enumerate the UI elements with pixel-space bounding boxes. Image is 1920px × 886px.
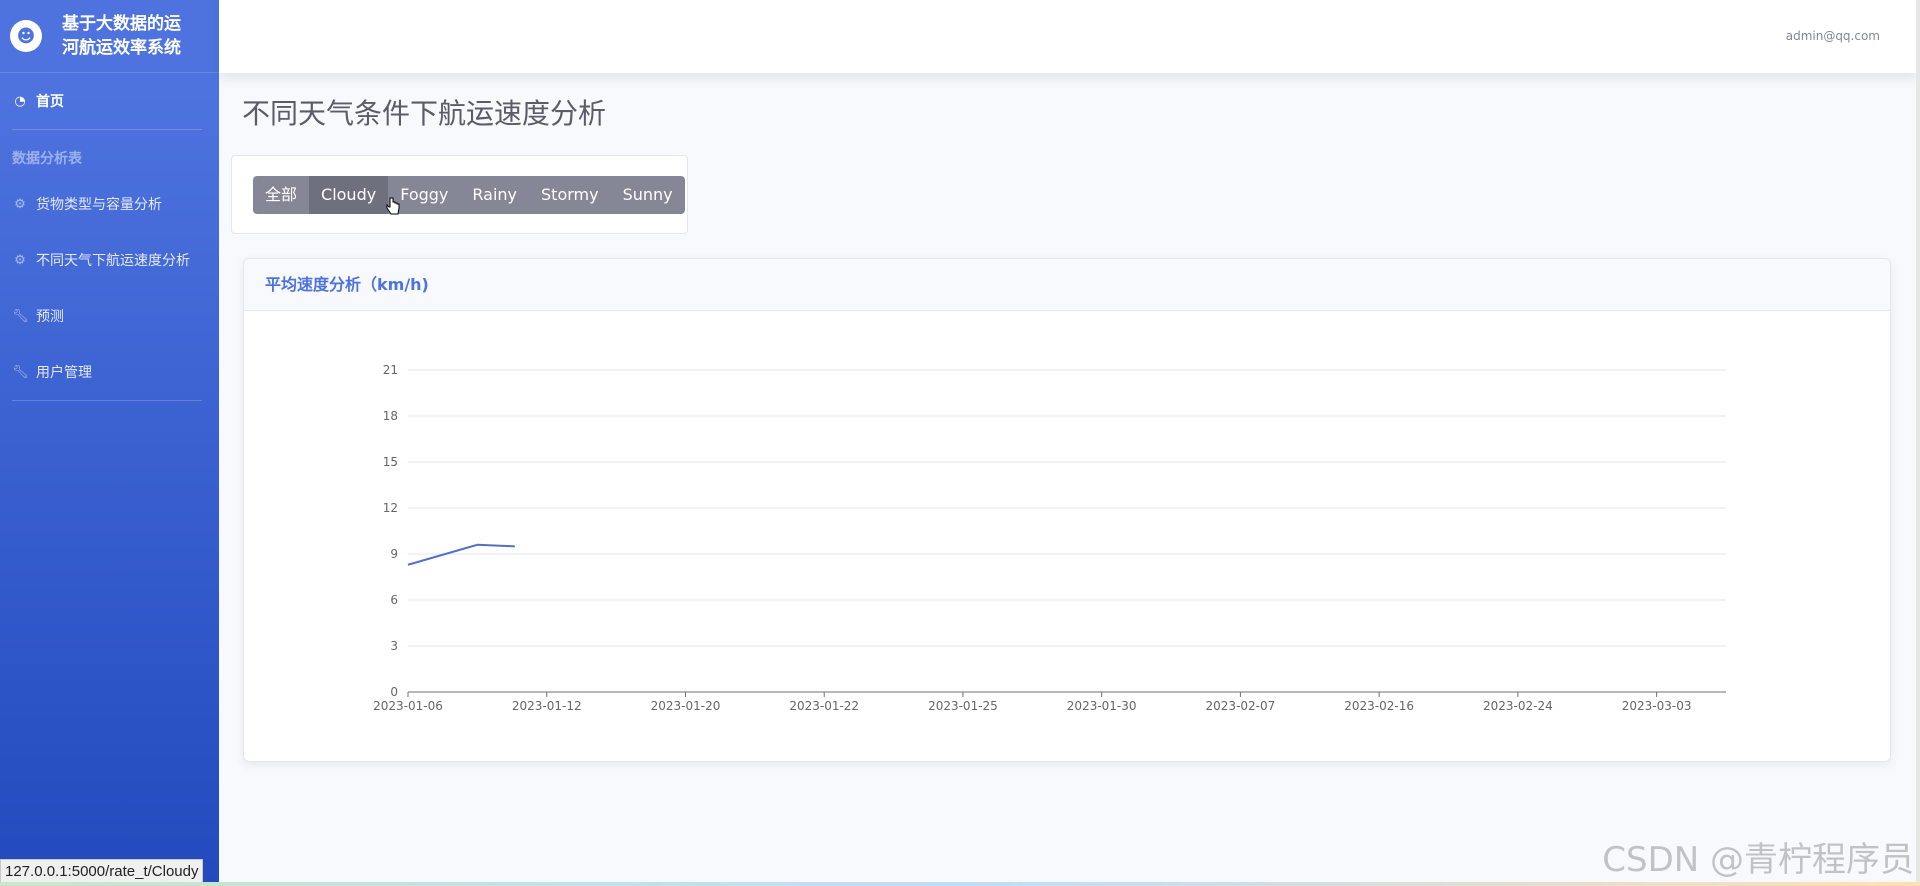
filter-button-stormy[interactable]: Stormy — [529, 176, 611, 214]
sidebar-item-home[interactable]: ◔ 首页 — [0, 73, 219, 129]
x-tick-label: 2023-03-03 — [1622, 699, 1692, 713]
page-title: 不同天气条件下航运速度分析 — [242, 97, 607, 130]
sidebar-item-user-management[interactable]: 🔧︎ 用户管理 — [0, 344, 219, 400]
x-tick-label: 2023-01-30 — [1067, 699, 1137, 713]
laugh-wink-icon: ☻ — [10, 20, 42, 52]
line-chart: 0 3 6 9 12 15 18 21 2023-01-06 2023-01-12 2023-01-… — [373, 363, 1726, 713]
user-email[interactable]: admin@qq.com — [1786, 29, 1880, 43]
sidebar: ☻ 基于大数据的运河航运效率系统 ◔ 首页 数据分析表 ⚙ 货物类型与容量分析 … — [0, 0, 219, 886]
y-tick-label: 3 — [390, 639, 398, 653]
browser-status-url: 127.0.0.1:5000/rate_t/Cloudy — [0, 859, 204, 884]
sidebar-heading: 数据分析表 — [12, 151, 82, 167]
sidebar-item-label: 用户管理 — [36, 365, 92, 381]
x-tick-label: 2023-02-24 — [1483, 699, 1553, 713]
sidebar-item-label: 货物类型与容量分析 — [36, 197, 162, 213]
y-tick-label: 18 — [383, 409, 398, 423]
watermark: CSDN @青柠程序员 — [1602, 840, 1914, 880]
x-tick-label: 2023-01-22 — [789, 699, 859, 713]
scrollbar[interactable] — [1916, 0, 1920, 886]
sidebar-item-label: 首页 — [36, 94, 64, 110]
filter-button-all[interactable]: 全部 — [253, 176, 309, 214]
x-tick-label: 2023-02-16 — [1344, 699, 1414, 713]
x-tick-label: 2023-02-07 — [1206, 699, 1276, 713]
dashboard-icon: ◔ — [14, 93, 26, 109]
sidebar-item-weather-speed[interactable]: ⚙ 不同天气下航运速度分析 — [0, 232, 219, 288]
brand-title: 基于大数据的运河航运效率系统 — [62, 14, 181, 58]
sidebar-brand[interactable]: ☻ 基于大数据的运河航运效率系统 — [0, 0, 219, 73]
sidebar-item-label: 预测 — [36, 309, 64, 325]
sidebar-item-label: 不同天气下航运速度分析 — [36, 253, 190, 269]
wrench-icon: 🔧︎ — [12, 364, 29, 380]
taskbar-strip — [0, 882, 1920, 886]
y-tick-label: 12 — [383, 501, 398, 515]
x-tick-label: 2023-01-25 — [928, 699, 998, 713]
sidebar-item-prediction[interactable]: 🔧︎ 预测 — [0, 288, 219, 344]
x-tick-label: 2023-01-20 — [651, 699, 721, 713]
sidebar-item-cargo-analysis[interactable]: ⚙ 货物类型与容量分析 — [0, 176, 219, 232]
gear-icon: ⚙ — [14, 252, 26, 268]
y-tick-label: 9 — [390, 547, 398, 561]
filter-button-rainy[interactable]: Rainy — [460, 176, 529, 214]
x-tick-label: 2023-01-12 — [512, 699, 582, 713]
filter-button-sunny[interactable]: Sunny — [611, 176, 685, 214]
filter-button-cloudy[interactable]: Cloudy — [309, 176, 389, 214]
series-line — [407, 543, 515, 566]
y-tick-label: 21 — [383, 363, 398, 377]
topbar: admin@qq.com — [219, 0, 1920, 73]
chart-title: 平均速度分析（km/h) — [244, 259, 1890, 311]
y-tick-label: 6 — [390, 593, 398, 607]
y-tick-label: 0 — [390, 685, 398, 699]
weather-filter-group: 全部 Cloudy Foggy Rainy Stormy Sunny — [253, 176, 685, 214]
wrench-icon: 🔧︎ — [12, 308, 29, 324]
y-tick-label: 15 — [383, 455, 398, 469]
chart-card: 平均速度分析（km/h) 0 3 6 9 12 15 18 21 2023-01-06 2023-… — [243, 258, 1891, 762]
sidebar-divider — [12, 400, 202, 401]
filter-card: 全部 Cloudy Foggy Rainy Stormy Sunny — [231, 155, 688, 234]
gear-icon: ⚙ — [14, 196, 26, 212]
hand-cursor-icon — [386, 197, 400, 215]
x-tick-label: 2023-01-06 — [373, 699, 443, 713]
